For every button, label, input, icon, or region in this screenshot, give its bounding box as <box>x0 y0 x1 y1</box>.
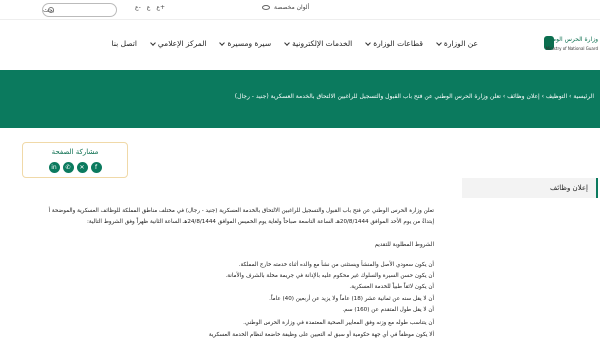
share-title: مشاركة الصفحة <box>51 148 99 156</box>
menu-label: المركز الإعلامي <box>157 39 207 48</box>
font-reset-button[interactable]: ع <box>147 4 151 11</box>
main-navbar: وزارة الحرس الوطني Ministry of National … <box>0 20 600 70</box>
font-increase-button[interactable]: ع+ <box>156 4 165 11</box>
eye-icon[interactable] <box>262 5 270 10</box>
menu-label: عن الوزارة <box>443 39 478 48</box>
page-hero-banner: الرئيسية › التوظيف › إعلان وظائف › تعلن … <box>0 70 600 128</box>
condition-item: أن يتناسب طوله مع وزنه وفق المعايير الصح… <box>243 320 434 326</box>
condition-item: أن يكون لائقاً طبياً للخدمة العسكرية. <box>349 284 434 290</box>
share-icons: in ✆ ✕ f <box>23 162 127 173</box>
font-size-controls: ع- ع ع+ <box>135 4 165 11</box>
menu-item-eservices[interactable]: الخدمات الإلكترونية <box>284 39 353 48</box>
chevron-down-icon <box>284 39 290 46</box>
custom-colors-button[interactable]: ألوان مخصصة <box>274 4 309 11</box>
breadcrumb[interactable]: الرئيسية › التوظيف › إعلان وظائف › تعلن … <box>235 93 594 100</box>
chevron-down-icon <box>436 39 442 46</box>
logo-text-en: Ministry of National Guard <box>545 46 598 51</box>
ministry-logo[interactable]: وزارة الحرس الوطني Ministry of National … <box>538 32 600 60</box>
linkedin-icon[interactable]: in <box>48 162 60 173</box>
facebook-icon[interactable]: f <box>90 162 102 173</box>
top-utility-bar: بحث ع- ع ع+ ألوان مخصصة <box>0 0 600 20</box>
search-icon[interactable] <box>48 7 54 13</box>
condition-item: أن يكون سعودي الأصل والمنشأ ويستثنى من ن… <box>238 262 434 268</box>
condition-item: أن لا يقل سنه عن ثمانية عشر (18) عاماً و… <box>269 296 434 302</box>
menu-item-media-center[interactable]: المركز الإعلامي <box>150 39 207 48</box>
menu-item-contact[interactable]: اتصل بنا <box>112 39 137 48</box>
condition-item: ألا يكون موظفاً في أي جهة حكومية أو سبق … <box>208 332 434 338</box>
condition-item: أن لا يقل طول المتقدم عن (160) سم. <box>342 307 434 313</box>
conditions-heading: الشروط المطلوبة للتقديم <box>374 242 434 248</box>
x-icon[interactable]: ✕ <box>76 162 88 173</box>
font-decrease-button[interactable]: ع- <box>135 4 141 11</box>
search-input[interactable]: بحث <box>42 3 117 17</box>
chevron-down-icon <box>150 39 156 46</box>
chevron-down-icon <box>365 39 372 46</box>
menu-label: قطاعات الوزارة <box>373 39 423 48</box>
share-panel: مشاركة الصفحة in ✆ ✕ f <box>22 142 128 178</box>
sidebar-item-job-ads[interactable]: إعلان وظائف <box>462 178 598 198</box>
condition-item: أن يكون حسن السيرة والسلوك غير محكوم علي… <box>225 273 434 279</box>
menu-label: سيرة ومسيرة <box>227 39 272 48</box>
main-menu: عن الوزارة قطاعات الوزارة الخدمات الإلكت… <box>112 39 478 48</box>
menu-label: اتصل بنا <box>111 39 137 48</box>
logo-text-ar: وزارة الحرس الوطني <box>544 36 598 43</box>
article-paragraph: إبتداءً من يوم الأحد الموافق 20/8/1444هـ… <box>87 219 434 225</box>
menu-item-sectors[interactable]: قطاعات الوزارة <box>365 39 423 48</box>
whatsapp-icon[interactable]: ✆ <box>62 162 74 173</box>
menu-label: الخدمات الإلكترونية <box>292 39 353 48</box>
article-paragraph: تعلن وزارة الحرس الوطني عن فتح باب القبو… <box>48 208 434 214</box>
chevron-down-icon <box>219 39 226 46</box>
menu-item-about[interactable]: عن الوزارة <box>436 39 478 48</box>
menu-item-history[interactable]: سيرة ومسيرة <box>219 39 272 48</box>
